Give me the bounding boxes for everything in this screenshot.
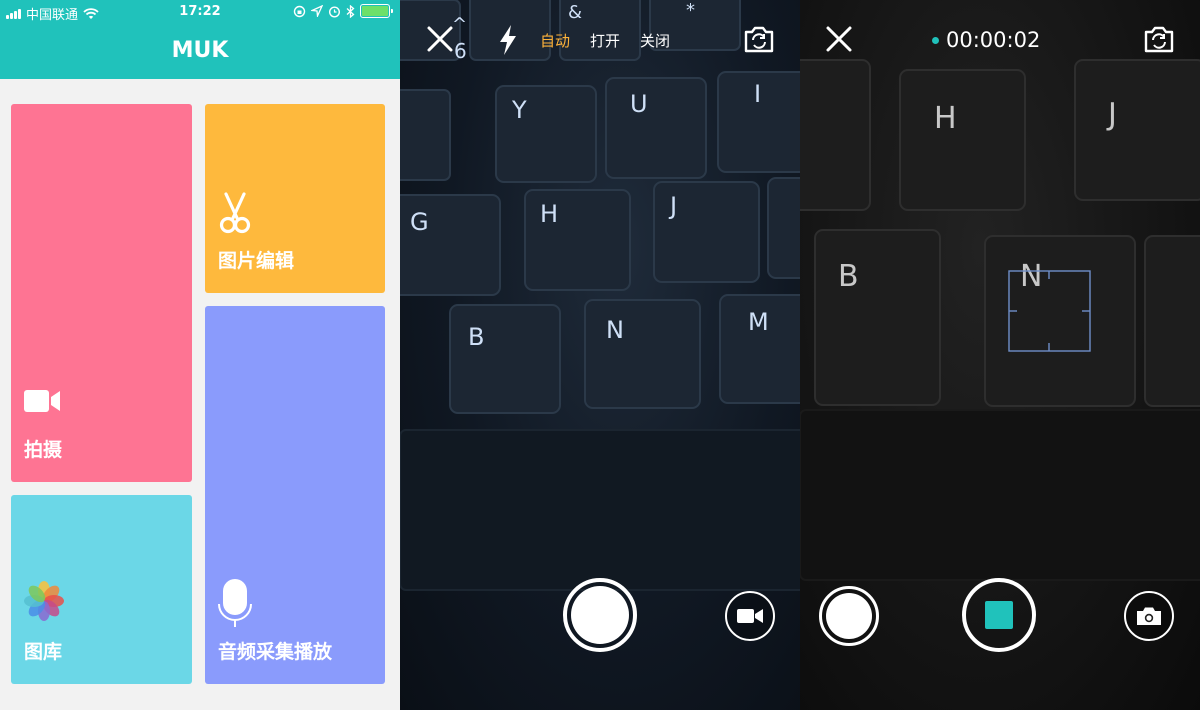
- photo-camera-icon: [1137, 607, 1161, 625]
- close-icon[interactable]: [425, 24, 455, 54]
- orientation-lock-icon: [293, 5, 306, 17]
- image-edit-tile[interactable]: 图片编辑: [205, 104, 385, 293]
- app-title: MUK: [0, 24, 400, 79]
- alarm-icon: [328, 5, 341, 18]
- timer-text: 00:00:02: [946, 28, 1041, 52]
- audio-tile[interactable]: 音频采集播放: [205, 306, 385, 684]
- status-bar: 中国联通 17:22: [0, 0, 400, 24]
- key-legend: H: [934, 101, 957, 136]
- shutter-button[interactable]: [563, 578, 637, 652]
- key-legend: Y: [511, 96, 527, 124]
- shoot-label: 拍摄: [24, 439, 63, 461]
- shoot-tile[interactable]: 拍摄: [11, 104, 192, 482]
- recording-dot: [932, 36, 939, 44]
- key-legend: *: [686, 0, 695, 21]
- location-icon: [311, 5, 323, 17]
- audio-label: 音频采集播放: [218, 641, 333, 663]
- key-legend: I: [754, 80, 761, 108]
- video-camera-icon: [737, 609, 763, 623]
- stop-recording-button[interactable]: [962, 578, 1036, 652]
- image-edit-label: 图片编辑: [218, 250, 295, 272]
- close-icon[interactable]: [824, 24, 854, 54]
- video-camera-icon: [24, 390, 60, 412]
- key-legend: M: [748, 308, 769, 336]
- flash-on-option[interactable]: 打开: [590, 30, 620, 51]
- switch-camera-icon[interactable]: [743, 24, 775, 54]
- key-legend: J: [1106, 97, 1117, 132]
- scissors-icon: [219, 192, 251, 234]
- gallery-label: 图库: [24, 641, 63, 663]
- flash-mode-options: 自动 打开 关闭: [540, 30, 670, 51]
- photos-icon: [24, 581, 64, 621]
- battery-icon: [360, 4, 393, 18]
- key-legend: B: [468, 323, 484, 351]
- recording-timer: 00:00:02: [932, 28, 1040, 52]
- key-legend: 6: [454, 39, 467, 63]
- video-mode-button[interactable]: [725, 591, 775, 641]
- switch-camera-icon[interactable]: [1143, 24, 1175, 54]
- key-legend: G: [410, 208, 429, 236]
- key-legend: N: [1020, 259, 1042, 294]
- stop-icon: [985, 601, 1013, 629]
- key-legend: N: [606, 316, 624, 344]
- photo-camera-screen: Y U I G H J B N M ^ 6 & * 自动 打开 关闭: [400, 0, 800, 710]
- flash-auto-option[interactable]: 自动: [540, 30, 570, 51]
- key-legend: J: [668, 192, 677, 220]
- capture-photo-button[interactable]: [819, 586, 879, 646]
- photo-mode-button[interactable]: [1124, 591, 1174, 641]
- key-legend: &: [568, 2, 582, 23]
- flash-icon[interactable]: [497, 24, 519, 56]
- gallery-tile[interactable]: 图库: [11, 495, 192, 684]
- home-screen: 中国联通 17:22 MUK 拍摄 图片编辑 图库 音频采集播放: [0, 0, 400, 710]
- flash-off-option[interactable]: 关闭: [640, 30, 670, 51]
- microphone-icon: [218, 579, 252, 627]
- key-legend: B: [838, 259, 859, 294]
- video-camera-screen: H J B N 00:00:02: [800, 0, 1200, 710]
- key-legend: U: [630, 90, 648, 118]
- bluetooth-icon: [346, 4, 355, 18]
- key-legend: H: [540, 200, 558, 228]
